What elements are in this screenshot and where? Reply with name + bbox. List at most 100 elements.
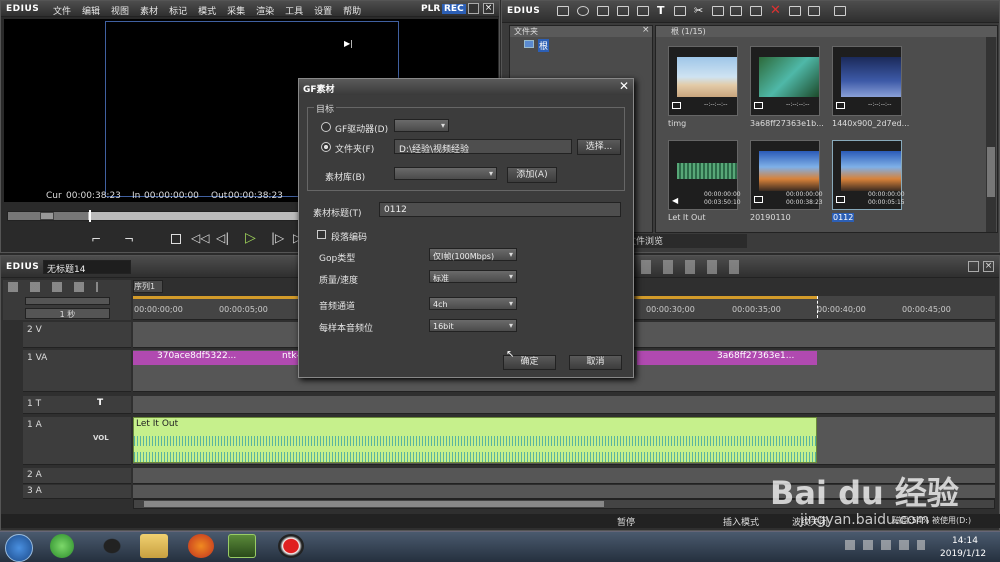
monitor-icon[interactable] <box>674 6 686 16</box>
ruler-label: 00:00:45;00 <box>902 305 951 314</box>
audio-bits-select[interactable]: 16bit <box>429 319 517 332</box>
rewind-icon[interactable]: ◁◁ <box>191 231 209 245</box>
scrub-handle[interactable] <box>40 212 54 220</box>
track-1a[interactable]: Let It Out <box>133 417 995 465</box>
clip-tc: 00:00:00:00 <box>786 191 823 198</box>
clip-thumbnail[interactable]: --:--:--:-- <box>832 46 902 116</box>
menu-clip[interactable]: 素材 <box>140 4 158 17</box>
folder-radio[interactable] <box>321 142 331 152</box>
open-icon[interactable] <box>637 6 649 16</box>
track-header-3a[interactable]: 3 A <box>23 485 131 499</box>
file-browser-tab[interactable]: 文件浏览 <box>627 234 747 248</box>
up-folder-icon[interactable] <box>597 6 609 16</box>
clip-thumbnail[interactable]: --:--:--:-- <box>750 46 820 116</box>
quality-select[interactable]: 标准 <box>429 270 517 283</box>
firefox-icon[interactable] <box>188 534 214 558</box>
clip-thumbnail[interactable]: --:--:--:-- <box>668 46 738 116</box>
target-group-label: 目标 <box>314 102 337 115</box>
track-1t[interactable] <box>133 396 995 414</box>
folder-tree-close-icon[interactable]: × <box>642 25 650 35</box>
bin-scroll-thumb[interactable] <box>987 147 995 197</box>
minimize-icon[interactable] <box>468 3 479 14</box>
mark-in-icon[interactable]: ⌐ <box>91 232 101 246</box>
menu-capture[interactable]: 采集 <box>227 4 245 17</box>
rec-toggle[interactable]: REC <box>442 4 466 14</box>
track-header-1va[interactable]: 1 VA <box>23 350 131 392</box>
sequence-tab[interactable]: 序列1 <box>133 280 163 293</box>
menu-mode[interactable]: 模式 <box>198 4 216 17</box>
paste-icon[interactable] <box>730 6 742 16</box>
menu-marker[interactable]: 标记 <box>169 4 187 17</box>
bin-select[interactable] <box>394 167 497 180</box>
menu-file[interactable]: 文件 <box>53 4 71 17</box>
video-clip[interactable]: 3a68ff27363e1... <box>637 351 817 365</box>
record-icon[interactable] <box>278 534 304 558</box>
search-icon[interactable] <box>577 6 589 16</box>
delete-icon[interactable]: ✕ <box>770 3 781 18</box>
play-icon[interactable]: ▷ <box>245 230 256 246</box>
track-header-2a[interactable]: 2 A <box>23 468 131 484</box>
add-clip-icon[interactable] <box>617 6 629 16</box>
menu-render[interactable]: 渲染 <box>256 4 274 17</box>
segment-encode-checkbox[interactable] <box>317 230 326 239</box>
plr-toggle[interactable]: PLR <box>421 4 440 14</box>
gop-select[interactable]: 仅I帧(100Mbps) <box>429 248 517 261</box>
track-header-2v[interactable]: 2 V <box>23 322 131 348</box>
clip-image <box>759 57 819 97</box>
file-explorer-icon[interactable] <box>140 534 168 558</box>
qq-icon[interactable] <box>98 534 126 558</box>
track-header-1a[interactable]: 1 A VOL <box>23 417 131 465</box>
zoom-slider[interactable] <box>25 297 110 305</box>
gf-drive-radio[interactable] <box>321 122 331 132</box>
clip-tc: 00:00:00:00 <box>868 191 905 198</box>
clip-thumbnail[interactable]: ◀ 00:00:00:00 00:03:50:10 <box>668 140 741 210</box>
clip-name: 20190110 <box>750 213 791 222</box>
close-icon[interactable]: × <box>483 3 494 14</box>
root-folder-label[interactable]: 根 <box>538 39 550 52</box>
menu-edit[interactable]: 编辑 <box>82 4 100 17</box>
timeline-close-icon[interactable]: × <box>983 261 994 272</box>
clock-time[interactable]: 14:14 <box>952 536 978 546</box>
360-browser-icon[interactable] <box>50 534 74 558</box>
cut-icon[interactable]: ✂ <box>694 4 703 17</box>
step-forward-icon[interactable]: |▷ <box>271 231 284 245</box>
view-mode-icon[interactable] <box>808 6 820 16</box>
root-folder-icon[interactable] <box>524 40 534 48</box>
project-name-field[interactable]: 无标题14 <box>43 260 131 275</box>
track-header-1t[interactable]: 1 T T <box>23 396 131 414</box>
edius-taskbar-icon[interactable] <box>228 534 256 558</box>
timeline-minimize-icon[interactable] <box>968 261 979 272</box>
audio-clip[interactable]: Let It Out <box>133 417 817 463</box>
add-button[interactable]: 添加(A) <box>507 167 557 183</box>
folder-label: 文件夹(F) <box>335 145 375 155</box>
clip-thumbnail[interactable]: 00:00:00:00 00:00:05:15 <box>832 140 905 210</box>
stop-icon[interactable] <box>171 234 181 244</box>
properties-icon[interactable] <box>789 6 801 16</box>
clock-date[interactable]: 2019/1/12 <box>940 549 986 559</box>
folder-icon[interactable] <box>557 6 569 16</box>
browse-button[interactable]: 选择... <box>577 139 621 155</box>
dialog-close-icon[interactable]: ✕ <box>619 79 629 93</box>
menu-tools[interactable]: 工具 <box>285 4 303 17</box>
status-insert-mode[interactable]: 插入模式 <box>723 515 759 528</box>
mark-out-icon[interactable]: ¬ <box>124 232 134 246</box>
title-tool-icon[interactable]: T <box>657 4 665 17</box>
timeline-scroll-thumb[interactable] <box>144 501 604 507</box>
clip-title-field[interactable]: 0112 <box>379 202 621 217</box>
menu-help[interactable]: 帮助 <box>343 4 361 17</box>
cancel-button[interactable]: 取消 <box>569 355 622 370</box>
track-name: 1 A <box>27 420 42 430</box>
start-button[interactable] <box>5 534 33 562</box>
menu-settings[interactable]: 设置 <box>314 4 332 17</box>
folder-path-field[interactable]: D:\经验\视频经验 <box>394 139 572 155</box>
copy-icon[interactable] <box>712 6 724 16</box>
send-to-timeline-icon[interactable] <box>750 6 762 16</box>
menu-view[interactable]: 视图 <box>111 4 129 17</box>
sort-icon[interactable] <box>834 6 846 16</box>
zoom-selector[interactable]: 1 秒 <box>25 308 110 319</box>
step-back-icon[interactable]: ◁| <box>216 231 229 245</box>
bin-scrollbar[interactable] <box>986 37 996 232</box>
audio-channel-select[interactable]: 4ch <box>429 297 517 310</box>
clip-thumbnail[interactable]: 00:00:00:00 00:00:38:23 <box>750 140 823 210</box>
gf-drive-select[interactable] <box>394 119 449 132</box>
